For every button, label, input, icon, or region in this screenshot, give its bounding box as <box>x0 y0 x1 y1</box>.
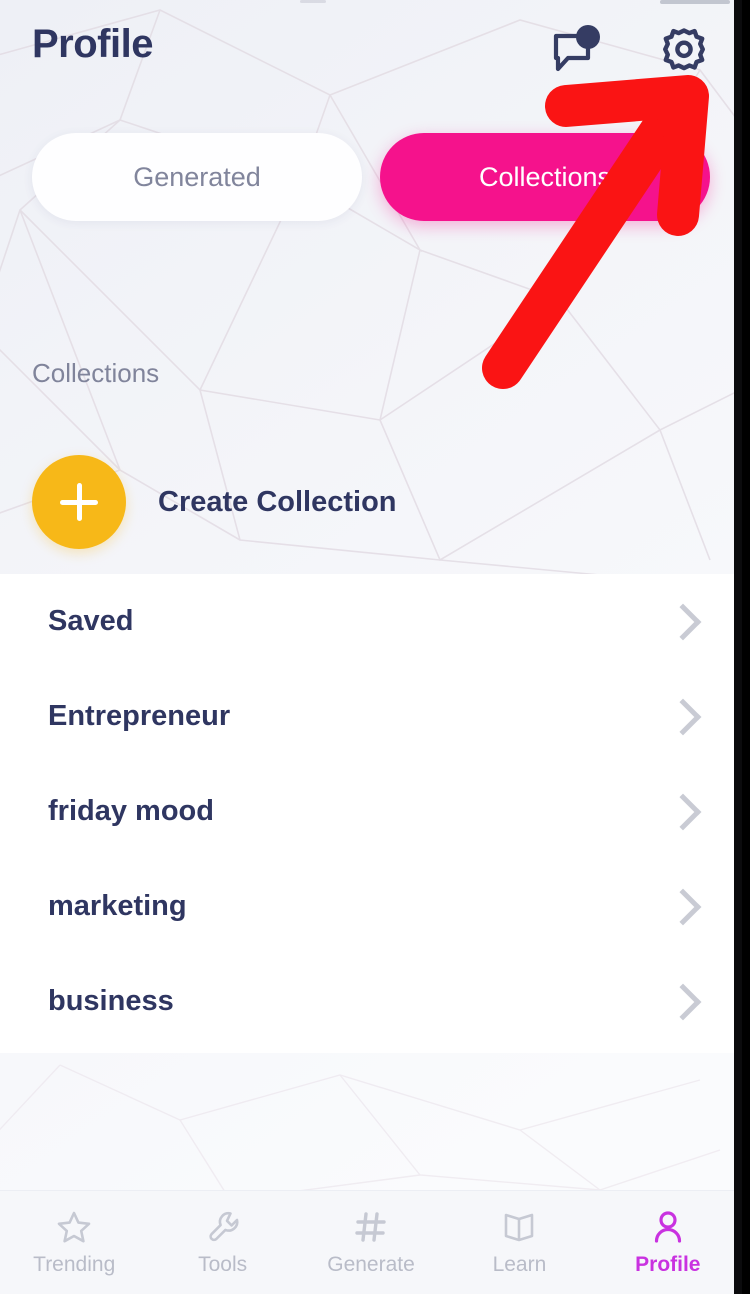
nav-label: Profile <box>635 1253 700 1277</box>
list-item[interactable]: business <box>0 954 742 1049</box>
plus-icon <box>32 455 126 549</box>
collection-name: Entrepreneur <box>48 700 230 733</box>
chevron-right-icon <box>665 888 702 925</box>
star-icon <box>55 1208 93 1246</box>
collection-name: business <box>48 985 174 1018</box>
book-icon <box>500 1208 538 1246</box>
tab-generated[interactable]: Generated <box>32 133 362 221</box>
nav-label: Tools <box>198 1253 247 1277</box>
chevron-right-icon <box>665 793 702 830</box>
collection-name: marketing <box>48 890 187 923</box>
section-heading: Collections <box>32 358 159 389</box>
tab-collections-label: Collections <box>479 162 611 193</box>
screen-right-edge <box>734 0 742 1294</box>
chat-button[interactable] <box>548 24 604 80</box>
nav-item-tools[interactable]: Tools <box>148 1191 296 1294</box>
notification-dot <box>576 25 600 49</box>
collection-name: Saved <box>48 605 133 638</box>
tab-generated-label: Generated <box>133 162 261 193</box>
list-item[interactable]: marketing <box>0 859 742 954</box>
list-item[interactable]: Saved <box>0 574 742 669</box>
nav-item-trending[interactable]: Trending <box>0 1191 148 1294</box>
nav-item-profile[interactable]: Profile <box>594 1191 742 1294</box>
app-screen: Profile Generated Collections Collection… <box>0 0 742 1294</box>
nav-item-generate[interactable]: Generate <box>297 1191 445 1294</box>
bottom-navigation: Trending Tools Generate <box>0 1190 742 1294</box>
chevron-right-icon <box>665 603 702 640</box>
create-collection-button[interactable]: Create Collection <box>32 455 397 549</box>
nav-label: Learn <box>493 1253 547 1277</box>
chevron-right-icon <box>665 698 702 735</box>
nav-item-learn[interactable]: Learn <box>445 1191 593 1294</box>
chevron-right-icon <box>665 983 702 1020</box>
app-header: Profile <box>0 0 742 110</box>
nav-label: Generate <box>327 1253 415 1277</box>
wrench-icon <box>204 1208 242 1246</box>
collections-list: Saved Entrepreneur friday mood marketing… <box>0 574 742 1053</box>
settings-button[interactable] <box>656 24 712 80</box>
profile-tabs: Generated Collections <box>0 133 742 225</box>
tab-collections[interactable]: Collections <box>380 133 710 221</box>
create-collection-label: Create Collection <box>158 486 397 519</box>
person-icon <box>649 1208 687 1246</box>
gear-icon <box>657 25 711 79</box>
list-item[interactable]: friday mood <box>0 764 742 859</box>
collection-name: friday mood <box>48 795 214 828</box>
page-title: Profile <box>32 22 153 67</box>
list-item[interactable]: Entrepreneur <box>0 669 742 764</box>
chat-bubble-icon <box>548 24 604 80</box>
hash-icon <box>352 1208 390 1246</box>
nav-label: Trending <box>33 1253 115 1277</box>
